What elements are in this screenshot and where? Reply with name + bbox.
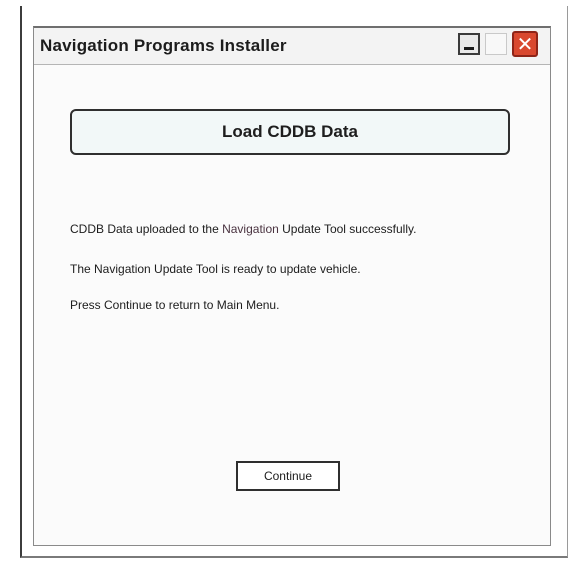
installer-window: Navigation Programs Installer ✕ Load CDD…	[33, 26, 551, 546]
minimize-icon	[464, 47, 474, 50]
window-title: Navigation Programs Installer	[40, 36, 287, 55]
message-text: CDDB Data uploaded to the	[70, 222, 223, 236]
title-bar[interactable]: Navigation Programs Installer ✕	[34, 28, 550, 65]
dialog-body: Load CDDB Data CDDB Data uploaded to the…	[34, 65, 550, 546]
close-button[interactable]: ✕	[512, 31, 538, 57]
minimize-button[interactable]	[458, 33, 480, 55]
message-text: Update Tool successfully.	[278, 222, 417, 236]
status-message-instruction: Press Continue to return to Main Menu.	[70, 298, 280, 312]
dialog-heading: Load CDDB Data	[221, 122, 358, 141]
maximize-button[interactable]	[485, 33, 507, 55]
message-highlight: Navigation	[222, 222, 279, 236]
close-icon: ✕	[516, 34, 534, 56]
status-message-upload: CDDB Data uploaded to the Navigation Upd…	[70, 222, 416, 236]
continue-button[interactable]: Continue	[236, 461, 340, 491]
status-message-ready: The Navigation Update Tool is ready to u…	[70, 262, 361, 276]
heading-banner: Load CDDB Data	[70, 109, 510, 155]
